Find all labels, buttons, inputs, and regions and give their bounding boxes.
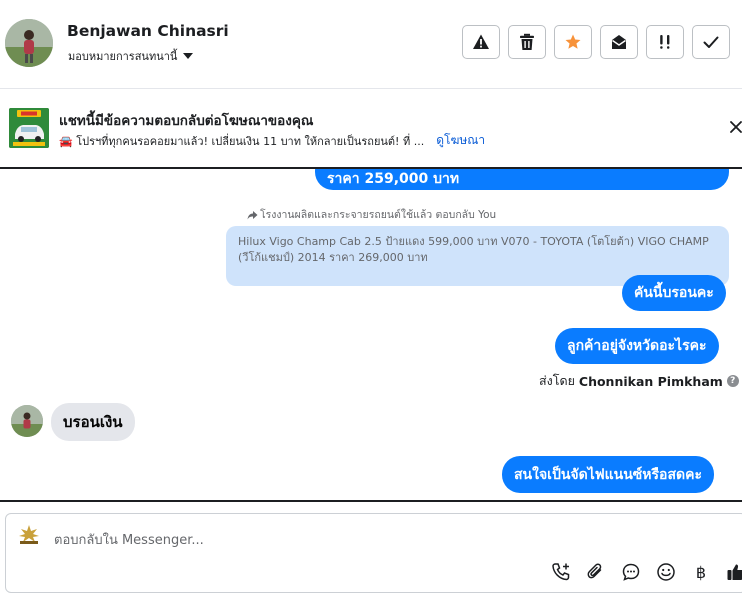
help-icon[interactable]: ?: [726, 375, 739, 387]
mark-unread-icon: [612, 35, 626, 49]
trash-icon: [520, 33, 534, 50]
payment-button[interactable]: ฿: [690, 561, 712, 583]
incoming-message: บรอนเงิน: [51, 403, 135, 441]
outgoing-message: สนใจเป็นจัดไฟแนนซ์หรือสดคะ: [502, 456, 714, 493]
call-add-button[interactable]: [550, 561, 572, 583]
sent-by-prefix: ส่งโดย: [539, 373, 575, 388]
assign-dropdown[interactable]: มอบหมายการสนทนานี้: [68, 47, 194, 65]
saved-reply-icon: [622, 563, 640, 581]
message-text: ราคา 259,000 บาท: [327, 170, 460, 187]
close-icon[interactable]: [728, 119, 742, 135]
reply-label: โรงงานผลิตและกระจายรถยนต์ใช้แล้ว ตอบกลับ…: [247, 206, 496, 223]
spam-button[interactable]: [462, 25, 500, 59]
attachment-icon: [587, 563, 602, 579]
like-icon: [727, 564, 742, 580]
contact-avatar[interactable]: [5, 19, 53, 67]
outgoing-message: คันนี้บรอนคะ: [622, 275, 726, 311]
ad-reply-banner: แชทนี้มีข้อความตอบกลับต่อโฆษณาของคุณ 🚘 โ…: [0, 89, 742, 169]
ad-banner-title: แชทนี้มีข้อความตอบกลับต่อโฆษณาของคุณ: [59, 113, 314, 129]
header-actions: [462, 25, 730, 59]
delete-button[interactable]: [508, 25, 546, 59]
attach-button[interactable]: [585, 561, 607, 583]
follow-up-icon: [660, 35, 670, 49]
reply-composer: ตอบกลับใน Messenger... ฿: [5, 513, 742, 593]
composer-tools: ฿: [550, 561, 742, 583]
emoji-button[interactable]: [655, 561, 677, 583]
done-icon: [703, 36, 719, 48]
ad-thumbnail[interactable]: [9, 108, 49, 148]
follow-up-button[interactable]: [646, 25, 684, 59]
assign-label: มอบหมายการสนทนานี้: [68, 50, 178, 63]
like-button[interactable]: [725, 561, 742, 583]
ad-subtitle-text: 🚘 โปรฯที่ทุกคนรอคอยมาแล้ว! เปลี่ยนเงิน 1…: [59, 134, 425, 148]
page-logo: [19, 525, 39, 544]
star-icon: [565, 34, 581, 49]
emoji-icon: [657, 563, 675, 581]
baht-icon: ฿: [695, 562, 707, 582]
contact-name[interactable]: Benjawan Chinasri: [67, 22, 229, 40]
ad-banner-subtitle: 🚘 โปรฯที่ทุกคนรอคอยมาแล้ว! เปลี่ยนเงิน 1…: [59, 131, 485, 150]
sent-by-name: Chonnikan Pimkham: [578, 373, 723, 389]
reply-label-text: โรงงานผลิตและกระจายรถยนต์ใช้แล้ว ตอบกลับ…: [260, 209, 497, 221]
contact-avatar-small[interactable]: [11, 405, 43, 437]
done-button[interactable]: [692, 25, 730, 59]
call-add-icon: [552, 563, 570, 581]
conversation-header: Benjawan Chinasri มอบหมายการสนทนานี้: [0, 0, 742, 89]
view-ad-link[interactable]: ดูโฆษณา: [436, 131, 485, 150]
outgoing-message-price: ราคา 259,000 บาท: [315, 169, 729, 190]
star-button[interactable]: [554, 25, 592, 59]
message-thread[interactable]: ราคา 259,000 บาท โรงงานผลิตและกระจายรถยน…: [0, 169, 742, 502]
reply-arrow-icon: [247, 210, 258, 219]
caret-down-icon: [183, 53, 194, 59]
saved-reply-button[interactable]: [620, 561, 642, 583]
reply-input[interactable]: ตอบกลับใน Messenger...: [54, 529, 204, 550]
mark-unread-button[interactable]: [600, 25, 638, 59]
sent-by-label: ส่งโดย Chonnikan Pimkham ?: [539, 371, 739, 391]
outgoing-message: ลูกค้าอยู่จังหวัดอะไรคะ: [555, 328, 719, 364]
spam-icon: [473, 34, 489, 49]
